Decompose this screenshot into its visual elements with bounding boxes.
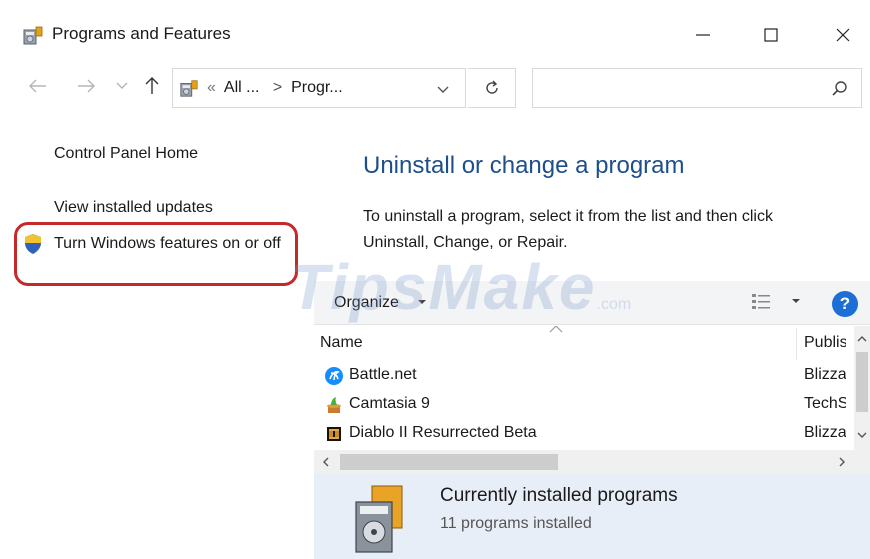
page-title: Uninstall or change a program — [363, 152, 685, 179]
scroll-right-icon[interactable] — [836, 456, 848, 468]
up-button[interactable] — [140, 74, 164, 98]
installed-programs-icon — [355, 485, 403, 553]
table-row[interactable]: Battle.net Blizzard — [314, 360, 854, 390]
view-options-icon[interactable] — [750, 291, 774, 313]
scroll-left-icon[interactable] — [320, 456, 332, 468]
watermark: TipsMake.com — [290, 250, 631, 324]
breadcrumb-all-items[interactable]: All ... — [224, 79, 260, 96]
watermark-text: TipsMake — [290, 251, 597, 323]
program-publisher: Blizzard — [804, 366, 846, 383]
program-name: Camtasia 9 — [349, 395, 430, 412]
scroll-up-icon[interactable] — [856, 334, 868, 344]
chevron-down-icon — [116, 82, 128, 89]
vertical-scrollbar[interactable] — [854, 326, 870, 450]
arrow-left-icon — [29, 79, 46, 93]
program-publisher: Blizzard — [804, 424, 846, 441]
program-publisher: TechSmith — [804, 395, 846, 412]
table-row[interactable]: Diablo II Resurrected Beta Blizzard — [314, 418, 854, 448]
search-input[interactable] — [543, 77, 823, 99]
programs-features-icon — [23, 26, 43, 45]
arrow-up-icon — [145, 77, 159, 94]
scrollbar-thumb[interactable] — [340, 454, 558, 470]
refresh-icon — [485, 80, 498, 94]
details-title: Currently installed programs — [440, 485, 678, 506]
diablo-icon — [327, 427, 341, 441]
maximize-button[interactable] — [748, 18, 794, 52]
details-pane: Currently installed programs 11 programs… — [314, 474, 870, 559]
breadcrumb-overflow[interactable]: « — [207, 79, 216, 96]
search-icon[interactable] — [831, 80, 849, 98]
refresh-button[interactable] — [468, 68, 516, 108]
program-name: Diablo II Resurrected Beta — [349, 424, 537, 441]
page-description: To uninstall a program, select it from t… — [363, 208, 773, 251]
scrollbar-thumb[interactable] — [856, 352, 868, 412]
watermark-suffix: .com — [596, 296, 632, 313]
close-icon — [836, 28, 850, 42]
scroll-down-icon[interactable] — [856, 430, 868, 440]
breadcrumb: « All ... > Progr... — [207, 79, 343, 97]
program-name: Battle.net — [349, 366, 417, 383]
breadcrumb-current[interactable]: Progr... — [291, 79, 343, 96]
search-box[interactable] — [532, 68, 862, 108]
maximize-icon — [764, 28, 778, 42]
navigation-bar: « All ... > Progr... — [0, 64, 870, 110]
highlight-annotation — [14, 222, 298, 286]
chevron-down-icon[interactable] — [435, 81, 451, 97]
arrow-right-icon — [78, 79, 95, 93]
sort-ascending-icon — [549, 326, 563, 333]
minimize-icon — [696, 34, 710, 36]
column-header-name[interactable]: Name — [320, 334, 363, 352]
address-bar[interactable]: « All ... > Progr... — [172, 68, 466, 108]
recent-locations-button[interactable] — [110, 74, 134, 98]
column-header-publisher[interactable]: Publish — [804, 334, 846, 352]
table-row[interactable]: Camtasia 9 TechSmith — [314, 389, 854, 419]
column-divider[interactable] — [796, 328, 797, 360]
title-bar: Programs and Features — [0, 0, 870, 64]
program-list: Name Publish Battle.net Blizzard Camtasi… — [314, 326, 870, 450]
battlenet-icon — [325, 367, 343, 385]
view-installed-updates-link[interactable]: View installed updates — [54, 196, 213, 220]
programs-features-icon — [180, 80, 198, 97]
caret-down-icon[interactable] — [790, 295, 802, 307]
back-button[interactable] — [26, 74, 50, 98]
minimize-button[interactable] — [680, 18, 726, 52]
horizontal-scrollbar[interactable] — [314, 450, 870, 474]
left-task-pane: Control Panel Home View installed update… — [0, 110, 310, 559]
control-panel-home-link[interactable]: Control Panel Home — [54, 142, 198, 166]
close-button[interactable] — [820, 18, 866, 52]
forward-button[interactable] — [74, 74, 98, 98]
help-icon[interactable]: ? — [832, 291, 858, 317]
installed-count: 11 programs installed — [440, 515, 592, 532]
breadcrumb-separator[interactable]: > — [273, 79, 282, 96]
window-title: Programs and Features — [52, 24, 231, 43]
camtasia-icon — [327, 397, 341, 413]
